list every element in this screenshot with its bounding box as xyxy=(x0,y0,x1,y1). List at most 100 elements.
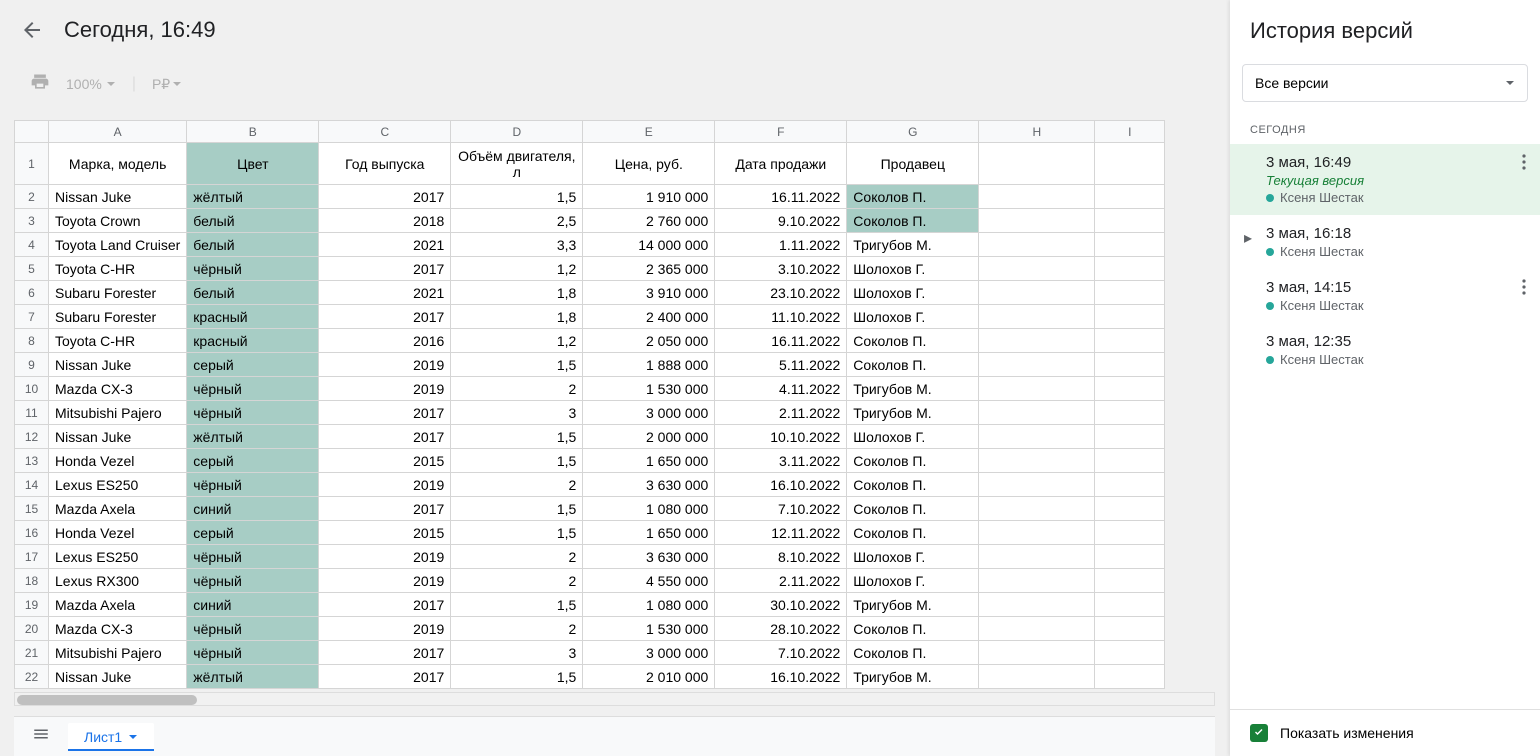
data-cell[interactable] xyxy=(979,401,1095,425)
show-changes-toggle[interactable]: Показать изменения xyxy=(1230,709,1540,756)
data-cell[interactable]: 2021 xyxy=(319,281,451,305)
row-header[interactable]: 11 xyxy=(15,401,49,425)
data-cell[interactable]: 2 xyxy=(451,569,583,593)
row-header[interactable]: 7 xyxy=(15,305,49,329)
data-cell[interactable] xyxy=(1095,353,1165,377)
data-cell[interactable]: 3 910 000 xyxy=(583,281,715,305)
column-header[interactable]: I xyxy=(1095,121,1165,143)
data-cell[interactable]: 1,5 xyxy=(451,185,583,209)
data-cell[interactable]: Toyota C-HR xyxy=(49,257,187,281)
data-cell[interactable]: 2019 xyxy=(319,569,451,593)
data-cell[interactable]: красный xyxy=(187,305,319,329)
header-cell[interactable]: Объём двигателя, л xyxy=(451,143,583,185)
data-cell[interactable]: 2017 xyxy=(319,665,451,689)
data-cell[interactable] xyxy=(1095,257,1165,281)
data-cell[interactable]: 16.11.2022 xyxy=(715,185,847,209)
data-cell[interactable]: 3 xyxy=(451,401,583,425)
row-header[interactable]: 3 xyxy=(15,209,49,233)
version-item[interactable]: 3 мая, 12:35Ксеня Шестак xyxy=(1230,323,1540,377)
data-cell[interactable]: 3 xyxy=(451,641,583,665)
data-cell[interactable] xyxy=(1095,569,1165,593)
data-cell[interactable] xyxy=(979,305,1095,329)
data-cell[interactable]: чёрный xyxy=(187,569,319,593)
data-cell[interactable]: серый xyxy=(187,353,319,377)
header-cell[interactable]: Марка, модель xyxy=(49,143,187,185)
data-cell[interactable]: Honda Vezel xyxy=(49,449,187,473)
data-cell[interactable]: 16.10.2022 xyxy=(715,473,847,497)
data-cell[interactable]: 2015 xyxy=(319,521,451,545)
data-cell[interactable]: 2021 xyxy=(319,233,451,257)
data-cell[interactable]: 2017 xyxy=(319,641,451,665)
data-cell[interactable]: 16.10.2022 xyxy=(715,665,847,689)
data-cell[interactable]: 2017 xyxy=(319,401,451,425)
data-cell[interactable]: Mazda CX-3 xyxy=(49,377,187,401)
row-header[interactable]: 2 xyxy=(15,185,49,209)
expand-icon[interactable]: ▸ xyxy=(1244,228,1252,248)
data-cell[interactable]: 1,2 xyxy=(451,257,583,281)
data-cell[interactable]: 2.11.2022 xyxy=(715,569,847,593)
data-cell[interactable]: 2019 xyxy=(319,473,451,497)
data-cell[interactable]: Тригубов М. xyxy=(847,377,979,401)
data-cell[interactable] xyxy=(979,617,1095,641)
data-cell[interactable]: Шолохов Г. xyxy=(847,569,979,593)
data-cell[interactable] xyxy=(979,233,1095,257)
data-cell[interactable]: чёрный xyxy=(187,401,319,425)
data-cell[interactable]: чёрный xyxy=(187,641,319,665)
data-cell[interactable]: 4 550 000 xyxy=(583,569,715,593)
data-cell[interactable]: Nissan Juke xyxy=(49,425,187,449)
column-header[interactable]: B xyxy=(187,121,319,143)
data-cell[interactable]: 1,5 xyxy=(451,593,583,617)
column-header[interactable]: F xyxy=(715,121,847,143)
version-item[interactable]: ▸3 мая, 16:18Ксеня Шестак xyxy=(1230,215,1540,269)
row-header[interactable]: 20 xyxy=(15,617,49,641)
data-cell[interactable]: 3 630 000 xyxy=(583,545,715,569)
data-cell[interactable]: 1 080 000 xyxy=(583,497,715,521)
data-cell[interactable]: 28.10.2022 xyxy=(715,617,847,641)
data-cell[interactable]: 12.11.2022 xyxy=(715,521,847,545)
data-cell[interactable]: Соколов П. xyxy=(847,497,979,521)
data-cell[interactable]: 2015 xyxy=(319,449,451,473)
data-cell[interactable]: 1,5 xyxy=(451,665,583,689)
row-header[interactable]: 16 xyxy=(15,521,49,545)
header-cell[interactable]: Продавец xyxy=(847,143,979,185)
column-header[interactable]: C xyxy=(319,121,451,143)
data-cell[interactable]: 2017 xyxy=(319,593,451,617)
data-cell[interactable]: белый xyxy=(187,233,319,257)
data-cell[interactable]: 9.10.2022 xyxy=(715,209,847,233)
data-cell[interactable]: 2 760 000 xyxy=(583,209,715,233)
more-icon[interactable] xyxy=(1522,154,1526,175)
data-cell[interactable] xyxy=(979,665,1095,689)
row-header[interactable]: 5 xyxy=(15,257,49,281)
data-cell[interactable] xyxy=(979,473,1095,497)
row-header[interactable]: 4 xyxy=(15,233,49,257)
data-cell[interactable]: 1 888 000 xyxy=(583,353,715,377)
data-cell[interactable] xyxy=(1095,545,1165,569)
column-header[interactable]: E xyxy=(583,121,715,143)
data-cell[interactable]: Шолохов Г. xyxy=(847,257,979,281)
data-cell[interactable]: 3 630 000 xyxy=(583,473,715,497)
horizontal-scrollbar[interactable] xyxy=(14,692,1215,706)
data-cell[interactable] xyxy=(1095,401,1165,425)
row-header[interactable]: 6 xyxy=(15,281,49,305)
data-cell[interactable]: Соколов П. xyxy=(847,641,979,665)
sheet-tab[interactable]: Лист1 xyxy=(68,723,154,751)
data-cell[interactable]: 11.10.2022 xyxy=(715,305,847,329)
data-cell[interactable]: жёлтый xyxy=(187,425,319,449)
data-cell[interactable]: 1 910 000 xyxy=(583,185,715,209)
data-cell[interactable] xyxy=(1095,233,1165,257)
data-cell[interactable] xyxy=(979,185,1095,209)
data-cell[interactable]: Соколов П. xyxy=(847,353,979,377)
version-item[interactable]: 3 мая, 14:15Ксеня Шестак xyxy=(1230,269,1540,323)
data-cell[interactable] xyxy=(1095,641,1165,665)
data-cell[interactable]: 5.11.2022 xyxy=(715,353,847,377)
data-cell[interactable]: 2 xyxy=(451,545,583,569)
data-cell[interactable] xyxy=(1095,377,1165,401)
data-cell[interactable]: Nissan Juke xyxy=(49,185,187,209)
row-header[interactable]: 22 xyxy=(15,665,49,689)
data-cell[interactable]: 2 400 000 xyxy=(583,305,715,329)
data-cell[interactable]: Соколов П. xyxy=(847,185,979,209)
spreadsheet-grid[interactable]: ABCDEFGHI1Марка, модельЦветГод выпускаОб… xyxy=(14,120,1165,689)
data-cell[interactable] xyxy=(1095,281,1165,305)
header-cell[interactable] xyxy=(979,143,1095,185)
row-header[interactable]: 1 xyxy=(15,143,49,185)
